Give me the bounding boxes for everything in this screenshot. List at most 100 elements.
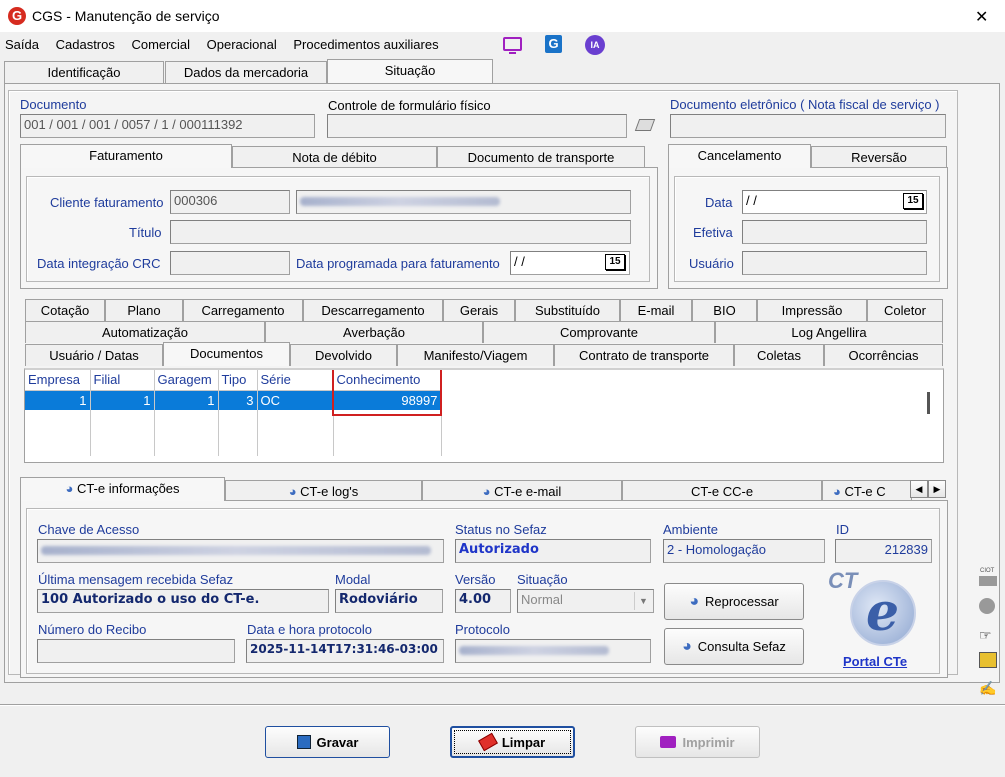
ambiente-field: 2 - Homologação xyxy=(663,539,825,563)
tab-bio[interactable]: BIO xyxy=(692,299,757,321)
tab-cte-cce[interactable]: CT-e CC-e xyxy=(622,480,822,502)
documents-grid[interactable]: Empresa Filial Garagem Tipo Série Conhec… xyxy=(24,368,944,463)
imprimir-button[interactable]: Imprimir xyxy=(635,726,760,758)
cte-email-icon: ◕ xyxy=(482,484,495,499)
tab-usuario-datas[interactable]: Usuário / Datas xyxy=(25,344,163,366)
tab-gerais[interactable]: Gerais xyxy=(443,299,515,321)
tab-cotacao[interactable]: Cotação xyxy=(25,299,105,321)
ia-icon[interactable]: IA xyxy=(585,35,605,55)
col-tipo[interactable]: Tipo xyxy=(218,370,258,391)
save-icon xyxy=(296,735,311,749)
tab-cte-email[interactable]: ◕ CT-e e-mail xyxy=(422,480,622,502)
cliente-name-field[interactable] xyxy=(296,190,631,214)
monitor-stand xyxy=(509,52,516,54)
menu-cadastros[interactable]: Cadastros xyxy=(56,37,115,52)
prog-label: Data programada para faturamento xyxy=(296,256,500,271)
crc-label: Data integração CRC xyxy=(37,256,161,271)
limpar-button[interactable]: Limpar xyxy=(450,726,575,758)
gravar-label: Gravar xyxy=(316,734,359,750)
menu-saida[interactable]: Saída xyxy=(5,37,39,52)
tab-cancelamento[interactable]: Cancelamento xyxy=(668,144,811,168)
tab-comprovante[interactable]: Comprovante xyxy=(483,321,715,343)
imprimir-label: Imprimir xyxy=(682,734,735,750)
controle-field[interactable] xyxy=(327,114,627,138)
tab-email[interactable]: E-mail xyxy=(620,299,692,321)
tab-impressao[interactable]: Impressão xyxy=(757,299,867,321)
tab-cte-c-label: CT-e C xyxy=(844,484,886,499)
cliente-code-field[interactable]: 000306 xyxy=(170,190,290,214)
cell-tipo[interactable]: 3 xyxy=(218,390,258,410)
consulta-sefaz-button[interactable]: ◕ Consulta Sefaz xyxy=(664,628,804,665)
protocolo-label: Protocolo xyxy=(455,622,510,637)
menu-procedimentos[interactable]: Procedimentos auxiliares xyxy=(293,37,438,52)
recibo-field[interactable] xyxy=(37,639,235,663)
user-edit-icon[interactable]: ✍ xyxy=(979,680,997,696)
reprocessar-button[interactable]: ◕ Reprocessar xyxy=(664,583,804,620)
circle-icon[interactable] xyxy=(979,598,995,614)
cell-garagem[interactable]: 1 xyxy=(154,390,219,410)
grid-scrollbar[interactable] xyxy=(927,392,930,414)
empty-row xyxy=(25,410,442,456)
col-filial[interactable]: Filial xyxy=(90,370,155,391)
eletronico-field[interactable] xyxy=(670,114,946,138)
tab-dados-mercadoria[interactable]: Dados da mercadoria xyxy=(165,61,327,83)
hand-pointer-icon[interactable]: ☞ xyxy=(979,627,997,643)
tab-devolvido[interactable]: Devolvido xyxy=(290,344,397,366)
tab-nota-debito[interactable]: Nota de débito xyxy=(232,146,437,168)
chave-field[interactable] xyxy=(37,539,444,563)
status-field: Autorizado xyxy=(455,539,651,563)
tab-carregamento[interactable]: Carregamento xyxy=(183,299,303,321)
crc-field[interactable] xyxy=(170,251,290,275)
documento-field[interactable]: 001 / 001 / 001 / 0057 / 1 / 000111392 xyxy=(20,114,315,138)
col-serie[interactable]: Série xyxy=(257,370,334,391)
tab-identificacao[interactable]: Identificação xyxy=(4,61,164,83)
tab-cte-informacoes[interactable]: ◕ CT-e informações xyxy=(20,477,225,501)
cancel-calendar-icon[interactable]: 15 xyxy=(903,193,923,209)
modal-label: Modal xyxy=(335,572,371,587)
cancel-data-field[interactable]: / / xyxy=(742,190,927,214)
gravar-button[interactable]: Gravar xyxy=(265,726,390,758)
g-logo-icon[interactable]: G xyxy=(545,35,562,53)
tab-documentos[interactable]: Documentos xyxy=(163,342,290,366)
efetiva-field[interactable] xyxy=(742,220,927,244)
tab-descarregamento[interactable]: Descarregamento xyxy=(303,299,443,321)
col-garagem[interactable]: Garagem xyxy=(154,370,219,391)
calendar-icon[interactable]: 15 xyxy=(605,254,625,270)
tab-cte-c[interactable]: ◕ CT-e C xyxy=(822,480,912,502)
msg-field: 100 Autorizado o uso do CT-e. xyxy=(37,589,329,613)
tab-contrato-transporte[interactable]: Contrato de transporte xyxy=(554,344,734,366)
menu-comercial[interactable]: Comercial xyxy=(131,37,190,52)
tab-plano[interactable]: Plano xyxy=(105,299,183,321)
usuario-field[interactable] xyxy=(742,251,927,275)
tab-scroll-left[interactable]: ◀ xyxy=(910,480,928,498)
tab-reversao[interactable]: Reversão xyxy=(811,146,947,168)
menu-operacional[interactable]: Operacional xyxy=(207,37,277,52)
tab-log-angellira[interactable]: Log Angellira xyxy=(715,321,943,343)
ciot-icon[interactable] xyxy=(979,576,997,586)
monitor-icon[interactable] xyxy=(503,37,522,51)
tab-situacao[interactable]: Situação xyxy=(327,59,493,83)
titulo-field[interactable] xyxy=(170,220,631,244)
cell-serie[interactable]: OC xyxy=(257,390,334,410)
tab-scroll-right[interactable]: ▶ xyxy=(928,480,946,498)
cell-empresa[interactable]: 1 xyxy=(25,390,91,410)
tab-ocorrencias[interactable]: Ocorrências xyxy=(824,344,943,366)
tab-coletor[interactable]: Coletor xyxy=(867,299,943,321)
tab-cte-logs[interactable]: ◕ CT-e log's xyxy=(225,480,422,502)
tab-automatizacao[interactable]: Automatização xyxy=(25,321,265,343)
eraser-red-icon xyxy=(477,732,498,752)
col-empresa[interactable]: Empresa xyxy=(25,370,91,391)
tab-coletas[interactable]: Coletas xyxy=(734,344,824,366)
tab-manifesto-viagem[interactable]: Manifesto/Viagem xyxy=(397,344,554,366)
cell-filial[interactable]: 1 xyxy=(90,390,155,410)
tab-substituido[interactable]: Substituído xyxy=(515,299,620,321)
close-icon[interactable]: ✕ xyxy=(975,7,988,27)
people-icon[interactable] xyxy=(979,652,997,668)
tab-averbacao[interactable]: Averbação xyxy=(265,321,483,343)
tab-faturamento[interactable]: Faturamento xyxy=(20,144,232,168)
recibo-label: Número do Recibo xyxy=(38,622,147,637)
tab-documento-transporte[interactable]: Documento de transporte xyxy=(437,146,645,168)
protocolo-field[interactable] xyxy=(455,639,651,663)
chevron-down-icon[interactable]: ▼ xyxy=(634,592,652,610)
portal-cte-link[interactable]: Portal CTe xyxy=(843,654,907,669)
